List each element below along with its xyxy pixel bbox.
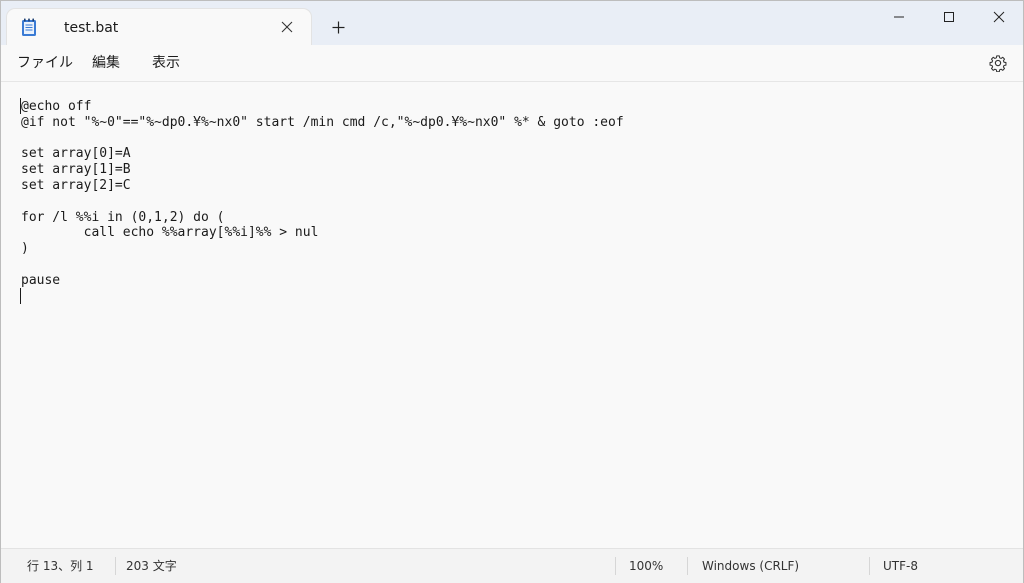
line-ending[interactable]: Windows (CRLF): [702, 559, 799, 573]
character-count: 203 文字: [126, 559, 177, 573]
settings-button[interactable]: [989, 54, 1007, 73]
encoding[interactable]: UTF-8: [883, 559, 918, 573]
text-cursor: [20, 288, 21, 304]
minimize-button[interactable]: [874, 1, 924, 33]
tab-close-button[interactable]: [277, 17, 297, 37]
maximize-button[interactable]: [924, 1, 974, 33]
close-icon: [281, 21, 293, 33]
code-line: set array[0]=A: [21, 146, 131, 162]
text-editor[interactable]: @echo off @if not "%~0"=="%~dp0.¥%~nx0" …: [1, 82, 1023, 548]
title-bar: test.bat: [1, 1, 1023, 45]
code-line: for /l %%i in (0,1,2) do (: [21, 209, 225, 225]
tab-test-bat[interactable]: test.bat: [7, 9, 311, 45]
gear-icon: [989, 55, 1007, 73]
code-line: pause: [21, 272, 61, 288]
code-line: set array[2]=C: [21, 177, 131, 193]
status-bar: 行 13、列 1 203 文字 100% Windows (CRLF) UTF-…: [1, 548, 1023, 583]
menu-bar: ファイル 編集 表示: [1, 45, 1023, 82]
status-divider: [115, 557, 116, 575]
zoom-level[interactable]: 100%: [629, 559, 663, 573]
menu-file[interactable]: ファイル: [17, 54, 73, 72]
code-line: call echo %%array[%%i]%% > nul: [21, 225, 319, 241]
notepad-icon: [22, 18, 36, 36]
window-close-button[interactable]: [974, 1, 1024, 33]
menu-view[interactable]: 表示: [152, 54, 180, 72]
menu-edit[interactable]: 編集: [92, 54, 120, 72]
close-icon: [993, 11, 1005, 23]
minimize-icon: [894, 16, 904, 18]
text-cursor-top: [20, 98, 21, 114]
status-divider: [687, 557, 688, 575]
editor-content[interactable]: @echo off @if not "%~0"=="%~dp0.¥%~nx0" …: [21, 99, 624, 289]
status-divider: [615, 557, 616, 575]
new-tab-button[interactable]: [327, 16, 349, 38]
cursor-position: 行 13、列 1: [27, 559, 94, 573]
maximize-icon: [944, 12, 954, 22]
code-line: set array[1]=B: [21, 162, 131, 178]
tab-title: test.bat: [64, 20, 119, 36]
plus-icon: [332, 21, 344, 34]
code-line: @echo off: [21, 99, 92, 114]
status-divider: [869, 557, 870, 575]
code-line: @if not "%~0"=="%~dp0.¥%~nx0" start /min…: [21, 114, 624, 130]
notepad-window: test.bat ファイル 編集 表示 @echo off @if not "%…: [0, 0, 1024, 583]
code-line: ): [21, 241, 29, 257]
